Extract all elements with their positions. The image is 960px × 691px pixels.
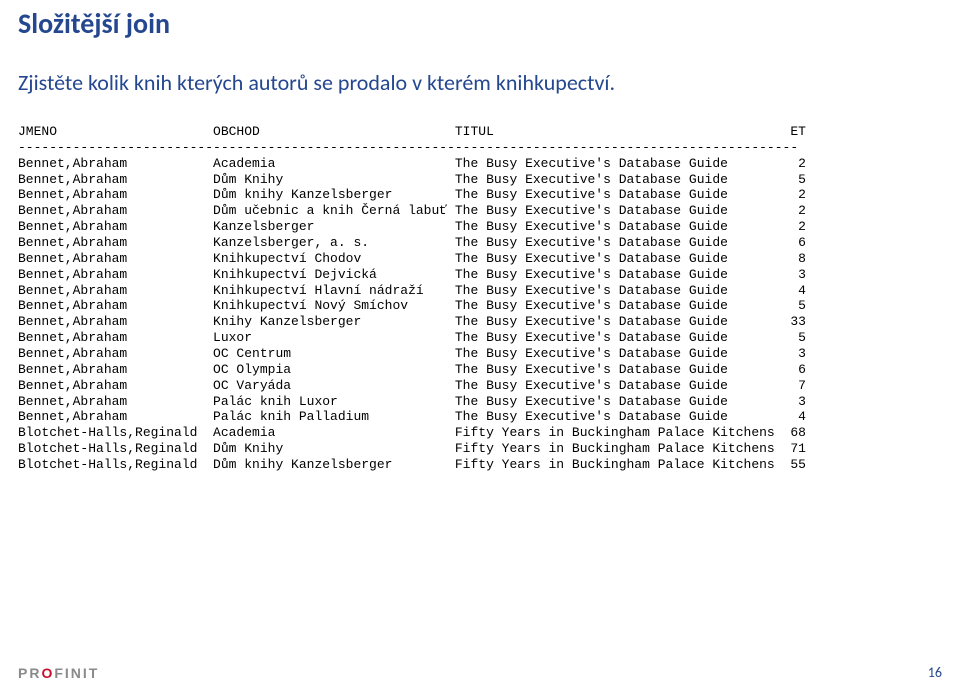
brand-accent: O <box>41 665 54 681</box>
slide-subtitle: Zjistěte kolik knih kterých autorů se pr… <box>18 69 942 96</box>
page-number: 16 <box>928 664 942 681</box>
brand-logo: PROFINIT <box>18 665 99 681</box>
brand-post: FINIT <box>54 665 99 681</box>
query-output-block: JMENO OBCHOD TITUL ET ------------------… <box>18 124 942 473</box>
brand-pre: PR <box>18 665 41 681</box>
slide-title: Složitější join <box>18 6 942 41</box>
